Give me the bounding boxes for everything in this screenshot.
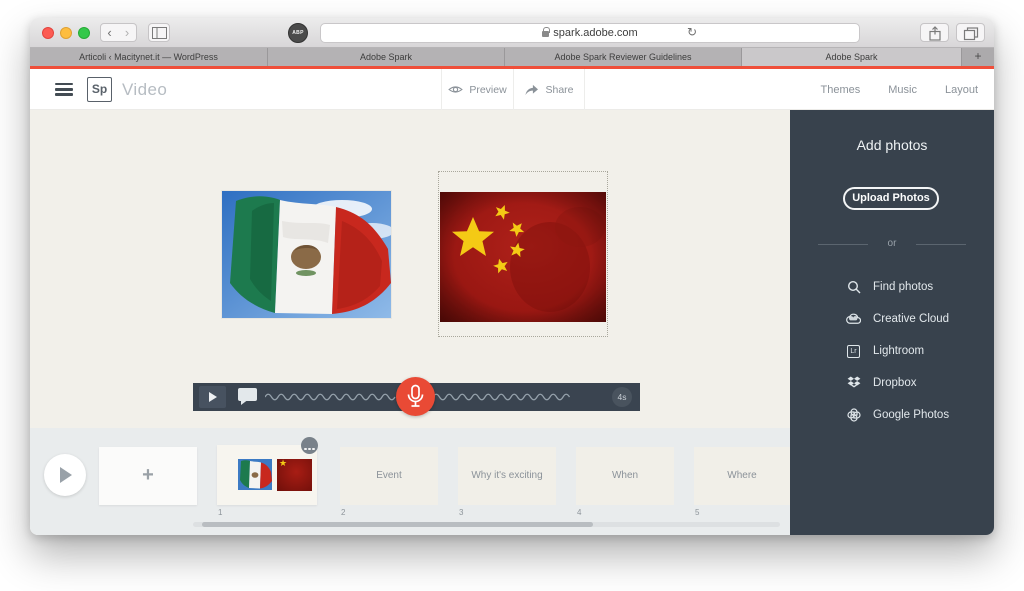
url-text: spark.adobe.com (553, 27, 638, 39)
eye-icon (448, 86, 464, 93)
sidebar-item-find-photos[interactable]: Find photos (846, 277, 933, 297)
lock-icon (542, 27, 551, 37)
sidebar-item-label: Google Photos (873, 409, 950, 421)
slide-options-icon[interactable] (301, 437, 318, 454)
browser-titlebar: ‹ › ABP spark.adobe.com ↻ (30, 18, 994, 48)
tab-adobe-spark[interactable]: Adobe Spark (268, 48, 505, 66)
tabs-overview-icon (963, 27, 979, 41)
or-divider: or (790, 238, 994, 249)
microphone-icon (407, 384, 424, 407)
sidebar-icon (152, 27, 167, 39)
tab-title: Articoli ‹ Macitynet.it — WordPress (79, 52, 218, 62)
slide-4-when[interactable]: When (576, 447, 674, 505)
sidebar-item-dropbox[interactable]: Dropbox (846, 373, 916, 393)
play-icon (60, 467, 72, 483)
slide-1-thumbnail[interactable]: ★ (217, 437, 318, 505)
panel-title: Add photos (856, 137, 928, 153)
google-photos-icon (846, 408, 861, 423)
search-icon (846, 280, 861, 295)
music-button[interactable]: Music (888, 84, 917, 96)
slide-3-why[interactable]: Why it's exciting (458, 447, 556, 505)
tab-wordpress[interactable]: Articoli ‹ Macitynet.it — WordPress (30, 48, 268, 66)
zoom-window-button[interactable] (78, 27, 90, 39)
china-flag-selection-box[interactable] (438, 171, 608, 337)
waveform-right (433, 393, 571, 401)
mexico-flag-thumbnail (238, 459, 272, 490)
upload-photos-button[interactable]: Upload Photos (843, 187, 939, 210)
slide-number: 1 (218, 508, 223, 517)
slide-2-event[interactable]: Event (340, 447, 438, 505)
browser-share-button[interactable] (920, 23, 949, 42)
slide-number: 2 (341, 508, 346, 517)
video-canvas: 4s + ★ Event Why it's exciting When Wher… (30, 110, 790, 535)
duration-badge: 4s (612, 387, 632, 407)
play-icon (209, 392, 217, 402)
app-header: Sp Video Preview Share Themes Music Layo… (30, 69, 994, 110)
screenshot-stage: ‹ › ABP spark.adobe.com ↻ Articoli ‹ Mac… (0, 0, 1024, 591)
adblock-extension-icon[interactable]: ABP (288, 23, 308, 43)
sidebar-item-label: Find photos (873, 281, 934, 293)
sidebar-toggle-button[interactable] (148, 23, 170, 42)
lightroom-icon: Lr (846, 344, 861, 359)
slide-number: 4 (577, 508, 582, 517)
forward-button[interactable]: › (118, 23, 137, 42)
play-preview-button[interactable] (199, 386, 226, 408)
sidebar-item-creative-cloud[interactable]: Creative Cloud (846, 309, 949, 329)
china-flag-photo[interactable] (440, 192, 606, 322)
mexico-flag-image (222, 191, 394, 318)
sidebar-item-label: Lightroom (873, 345, 925, 357)
creative-cloud-icon (846, 312, 861, 327)
tab-adobe-spark-active[interactable]: Adobe Spark (742, 48, 962, 66)
show-all-tabs-button[interactable] (956, 23, 985, 42)
minimize-window-button[interactable] (60, 27, 72, 39)
timeline-scrollbar-track[interactable] (193, 522, 780, 527)
slide-number: 3 (459, 508, 464, 517)
china-flag-thumbnail: ★ (277, 458, 312, 491)
waveform-left (265, 393, 396, 401)
timeline: + ★ Event Why it's exciting When Where 1… (30, 428, 790, 535)
timeline-play-button[interactable] (44, 454, 86, 496)
timeline-scrollbar-thumb[interactable] (202, 522, 593, 527)
lr-badge: Lr (847, 344, 860, 358)
sidebar-item-lightroom[interactable]: Lr Lightroom (846, 341, 924, 361)
header-right-nav: Themes Music Layout (820, 69, 978, 110)
tab-title: Adobe Spark (359, 52, 413, 62)
back-button[interactable]: ‹ (100, 23, 119, 42)
address-bar[interactable]: spark.adobe.com (320, 23, 860, 43)
tab-title: Adobe Spark (825, 52, 878, 62)
browser-window: ‹ › ABP spark.adobe.com ↻ Articoli ‹ Mac… (30, 18, 994, 535)
new-tab-button[interactable]: + (962, 48, 994, 66)
close-window-button[interactable] (42, 27, 54, 39)
record-microphone-button[interactable] (396, 377, 435, 416)
china-flag-image (440, 192, 606, 322)
share-button[interactable]: Share (513, 69, 585, 110)
mexico-flag-photo[interactable] (222, 191, 394, 318)
refresh-icon[interactable]: ↻ (687, 26, 697, 38)
share-arrow-icon (525, 84, 539, 96)
themes-button[interactable]: Themes (820, 84, 860, 96)
app-title: Video (122, 80, 168, 99)
caption-button[interactable] (237, 387, 259, 411)
speech-bubble-icon (238, 388, 257, 405)
sidebar-item-label: Dropbox (873, 377, 917, 389)
dropbox-icon (846, 376, 861, 391)
add-photos-panel: Add photos Upload Photos or Find photos (790, 110, 994, 535)
tab-bar: Articoli ‹ Macitynet.it — WordPress Adob… (30, 48, 994, 66)
menu-icon[interactable] (55, 83, 73, 96)
share-up-arrow-icon (929, 26, 941, 41)
tab-title: Adobe Spark Reviewer Guidelines (554, 52, 692, 62)
share-label: Share (545, 83, 574, 96)
add-slide-button[interactable]: + (99, 447, 197, 505)
preview-label: Preview (469, 83, 507, 96)
layout-button[interactable]: Layout (945, 84, 978, 96)
sidebar-item-google-photos[interactable]: Google Photos (846, 405, 949, 425)
playback-bar: 4s (193, 377, 640, 416)
slide-5-where[interactable]: Where (694, 447, 790, 505)
preview-button[interactable]: Preview (441, 69, 513, 110)
slide-number: 5 (695, 508, 700, 517)
tab-reviewer-guidelines[interactable]: Adobe Spark Reviewer Guidelines (505, 48, 742, 66)
spark-logo[interactable]: Sp (87, 77, 112, 102)
sidebar-item-label: Creative Cloud (873, 313, 950, 325)
